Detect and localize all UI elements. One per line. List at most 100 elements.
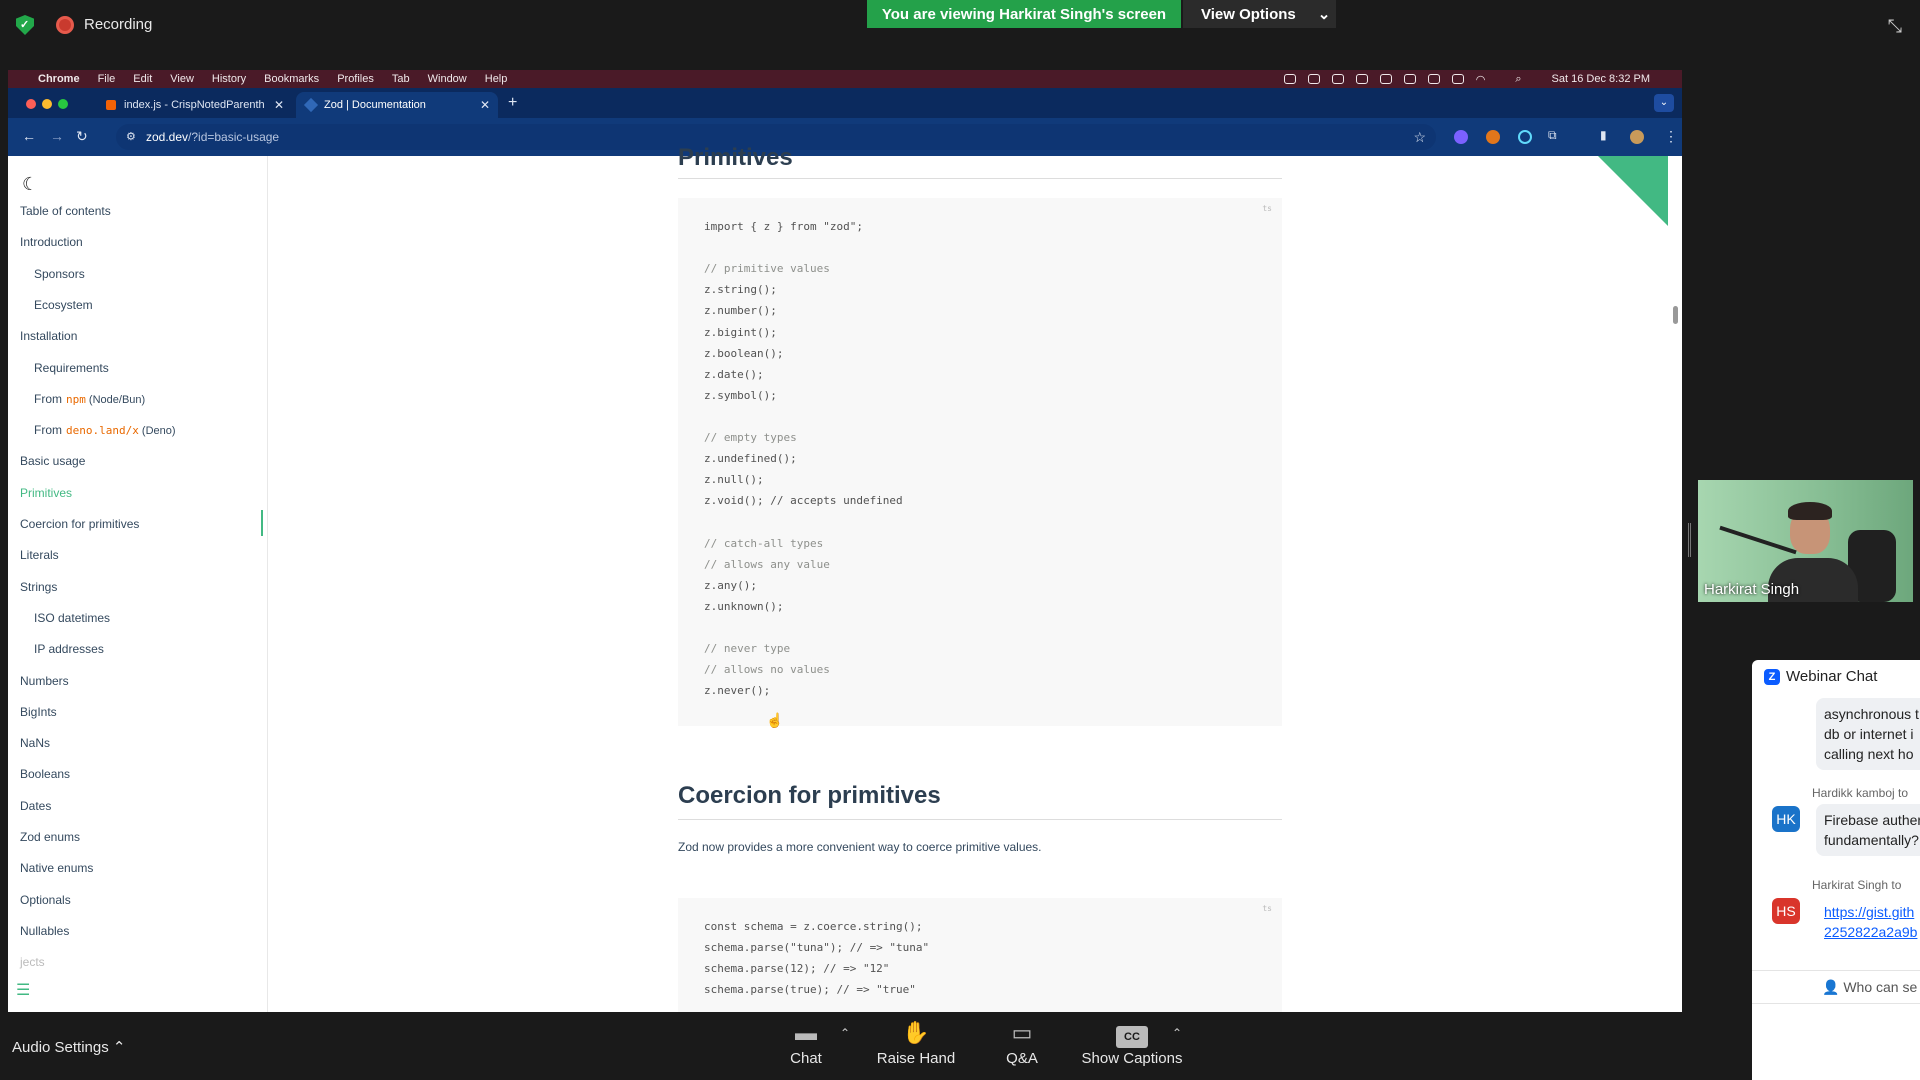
sidebar-item-label: Nullables [20,923,70,938]
chat-message-link[interactable]: https://gist.gith 2252822a2a9b [1816,896,1920,948]
new-tab-button[interactable]: + [508,94,517,112]
chat-message[interactable]: Firebase authen fundamentally? [1816,804,1920,856]
avatar: HS [1772,898,1800,924]
chat-message[interactable]: asynchronous t db or internet i calling … [1816,698,1920,770]
sidebar-item[interactable]: jects [20,955,45,969]
code-line: z.bigint(); [704,325,777,339]
audio-settings-button[interactable]: Audio Settings ⌃ [12,1038,125,1056]
back-icon[interactable]: ← [22,128,36,144]
sidebar-item[interactable]: Dates [20,799,51,813]
extensions-puzzle-icon[interactable]: ⧉ [1548,128,1557,143]
sidebar-item[interactable]: Zod enums [20,830,80,844]
status-icon[interactable] [1355,74,1368,84]
status-icon[interactable] [1307,74,1320,84]
heading-primitives[interactable]: Primitives [678,144,793,172]
site-info-icon[interactable]: ⚙ [126,130,136,143]
tab-zod-docs[interactable]: Zod | Documentation ✕ [296,92,498,118]
sidebar-item-label: jects [20,955,45,970]
panel-resize-handle[interactable] [1688,523,1691,557]
sidebar-item[interactable]: Requirements [34,361,109,375]
url-text: zod.dev/?id=basic-usage [146,130,279,144]
dark-mode-toggle-icon[interactable]: ☾ [22,174,38,195]
sidebar-item[interactable]: From npm (Node/Bun) [34,392,145,406]
code-lang-label: ts [1262,904,1272,913]
side-panel-icon[interactable]: ▮ [1600,128,1607,142]
sidebar-item[interactable]: Strings [20,580,57,594]
more-menu-icon[interactable]: ⋮ [1664,128,1678,145]
menu-chrome[interactable]: Chrome [38,73,80,85]
sidebar-item[interactable]: Installation [20,329,77,343]
spotlight-icon[interactable]: ⌕ [1515,73,1521,86]
sidebar-item[interactable]: ISO datetimes [34,611,110,625]
sidebar-item[interactable]: IP addresses [34,642,104,656]
menu-window[interactable]: Window [428,73,467,85]
sidebar-item[interactable]: Table of contents [20,204,111,218]
who-can-see-button[interactable]: 👤 Who can se [1752,970,1920,1004]
sidebar-item[interactable]: Basic usage [20,454,85,468]
sidebar-item[interactable]: Ecosystem [34,298,93,312]
sidebar-item[interactable]: Introduction [20,235,83,249]
sidebar-item[interactable]: Native enums [20,861,93,875]
menu-history[interactable]: History [212,73,246,85]
sidebar-item[interactable]: Sponsors [34,267,85,281]
menu-bookmarks[interactable]: Bookmarks [264,73,319,85]
status-icon[interactable] [1379,74,1392,84]
sidebar-item[interactable]: From deno.land/x (Deno) [34,423,176,437]
sidebar-item[interactable]: Primitives [20,486,72,500]
sidebar-item[interactable]: Optionals [20,893,71,907]
status-icon[interactable] [1427,74,1440,84]
github-corner[interactable] [1598,156,1668,226]
show-captions-button[interactable]: CC Show Captions [1080,1020,1184,1067]
menu-tab[interactable]: Tab [392,73,410,85]
record-icon[interactable] [56,16,74,34]
minimize-window-button[interactable] [42,99,52,109]
tab-search-button[interactable]: ⌄ [1654,94,1674,112]
bookmark-star-icon[interactable]: ☆ [1413,129,1426,146]
profile-avatar[interactable] [1630,130,1644,144]
chevron-up-icon[interactable]: ⌃ [840,1026,850,1040]
code-line: schema.parse(12); // => "12" [704,962,890,976]
exit-fullscreen-icon[interactable]: ⤡ [1888,16,1902,37]
sidebar-item[interactable]: Nullables [20,924,69,938]
close-window-button[interactable] [26,99,36,109]
scrollbar-thumb[interactable] [1673,306,1678,324]
status-icon[interactable] [1403,74,1416,84]
sidebar-item[interactable]: NaNs [20,736,50,750]
zoom-window-button[interactable] [58,99,68,109]
sidebar-item[interactable]: Numbers [20,674,69,688]
close-tab-icon[interactable]: ✕ [274,98,284,112]
close-tab-icon[interactable]: ✕ [480,98,490,112]
metamask-icon[interactable] [1486,130,1500,144]
tab-strip: index.js - CrispNotedParenth ✕ Zod | Doc… [8,88,1682,118]
react-devtools-icon[interactable] [1518,130,1532,144]
chat-link[interactable]: https://gist.gith 2252822a2a9b [1824,904,1917,940]
wifi-icon[interactable]: ◠ [1476,73,1486,86]
view-options-button[interactable]: View Options ⌄ [1183,0,1336,28]
url-path: /?id=basic-usage [188,130,280,144]
menu-file[interactable]: File [98,73,116,85]
extension-icon[interactable] [1454,130,1468,144]
sidebar-item[interactable]: Booleans [20,767,70,781]
menu-toggle-icon[interactable]: ☰ [16,980,30,1000]
battery-icon[interactable] [1451,74,1464,84]
tab-index-js[interactable]: index.js - CrispNotedParenth ✕ [96,92,292,118]
video-tile[interactable]: Harkirat Singh [1698,480,1913,602]
chevron-up-icon[interactable]: ⌃ [1172,1026,1182,1040]
sidebar-item[interactable]: Coercion for primitives [20,517,139,531]
menu-profiles[interactable]: Profiles [337,73,374,85]
qa-label: Q&A [1006,1050,1038,1067]
menu-help[interactable]: Help [485,73,508,85]
clock[interactable]: Sat 16 Dec 8:32 PM [1552,73,1650,85]
raise-hand-button[interactable]: ✋ Raise Hand [876,1020,956,1067]
status-icon[interactable] [1331,74,1344,84]
sidebar-item[interactable]: BigInts [20,705,57,719]
status-icon[interactable] [1283,74,1296,84]
menu-edit[interactable]: Edit [133,73,152,85]
chat-button[interactable]: ▬ Chat [784,1020,828,1067]
menu-view[interactable]: View [170,73,194,85]
forward-icon[interactable]: → [50,128,64,144]
sidebar-item[interactable]: Literals [20,548,59,562]
qa-button[interactable]: ▭ Q&A [1002,1020,1042,1067]
reload-icon[interactable]: ↻ [76,128,88,145]
heading-coercion[interactable]: Coercion for primitives [678,782,941,810]
